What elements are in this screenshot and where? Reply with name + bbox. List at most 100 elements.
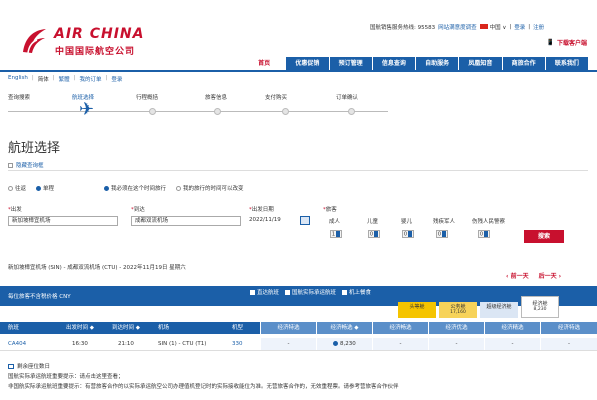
flight-number[interactable]: CA404 <box>0 338 66 350</box>
calendar-icon[interactable] <box>300 216 310 225</box>
radio-circle-icon <box>176 185 182 191</box>
nav-contact[interactable]: 联系我们 <box>545 57 588 70</box>
nav-info[interactable]: 信息查询 <box>372 57 415 70</box>
disabled-soldier-select[interactable]: 0 <box>436 230 448 238</box>
step-search: 查询搜索 <box>8 95 31 101</box>
step-dot <box>348 108 355 115</box>
col-flight: 航班 <box>8 325 20 331</box>
step-dot <box>149 108 156 115</box>
step-payment: 支付购买 <box>265 95 288 101</box>
login-link-2[interactable]: 登录 <box>111 75 122 83</box>
next-day-label: 后一天 <box>538 273 557 280</box>
notice-ca-operated: 国航实际承运航班重要提示：请点击这里查看； <box>8 374 124 380</box>
chevron-down-icon <box>374 231 379 237</box>
china-flag-icon <box>479 24 488 29</box>
adult-label: 成人 <box>329 219 341 225</box>
aircraft-type[interactable]: 330 <box>232 338 260 350</box>
col-fare-4: 经济优选 <box>428 322 484 334</box>
download-app-button[interactable]: 📱 下载客户端 <box>547 38 588 47</box>
booking-steps: 查询搜索 航班选择 行程概括 旅客信息 支付购买 订单确认 ✈ <box>0 93 597 123</box>
adult-select[interactable]: 1 <box>330 230 342 238</box>
notice-partner-operated: 非国航实际承运航班重要提示：有营旅客合作的以实际承运航空公司办理值机登记时的实际… <box>8 384 399 390</box>
search-button[interactable]: 搜索 <box>524 230 564 243</box>
disabled-police-select[interactable]: 0 <box>478 230 490 238</box>
nav-booking[interactable]: 预订管理 <box>329 57 372 70</box>
fare-option[interactable]: 8,230 <box>316 338 372 350</box>
filter-direct-label: 直达航班 <box>257 290 280 296</box>
next-day-button[interactable]: 后一天 › <box>539 271 562 280</box>
flex-time-radio[interactable]: 我的旅行的时间可以改变 <box>176 184 244 192</box>
col-fare-2[interactable]: 经济畅选 ◆ <box>316 322 372 334</box>
nav-self-service[interactable]: 自助服务 <box>416 57 459 70</box>
roundtrip-radio[interactable]: 往返 <box>8 184 26 192</box>
cabin-tab-premium-economy[interactable]: 超级经济舱 <box>480 302 518 318</box>
login-link[interactable]: 登录 <box>514 23 525 31</box>
divider <box>8 170 588 171</box>
filter-direct[interactable]: 直达航班 <box>250 288 279 296</box>
results-table-header: 航班 出发时间 ◆ 到达时间 ◆ 机场 机型 经济特选 经济畅选 ◆ 经济畅选 … <box>0 322 597 334</box>
fare-cell: - <box>428 338 484 350</box>
filter-ca-operated[interactable]: 国航实际承运航班 <box>285 288 336 296</box>
phoenix-logo-icon[interactable] <box>19 26 49 56</box>
step-dot <box>282 108 289 115</box>
col-fare-3: 经济畅选 <box>372 322 428 334</box>
col-fare-6: 经济特选 <box>540 322 597 334</box>
fixed-time-label: 我必须在这个时间旅行 <box>111 186 167 192</box>
date-label: *出发日期 <box>249 207 274 213</box>
nav-phoenix-miles[interactable]: 凤凰知音 <box>459 57 502 70</box>
nav-promotions[interactable]: 优惠促销 <box>286 57 329 70</box>
my-orders-link[interactable]: 我的订单 <box>79 75 101 83</box>
nav-divider <box>0 70 597 72</box>
price-note: 每位旅客不含税价格 CNY <box>8 294 71 300</box>
day-navigation: ‹ 前一天 后一天 › <box>506 271 561 280</box>
nav-business[interactable]: 商旅合作 <box>502 57 545 70</box>
prev-day-label: 前一天 <box>510 273 529 280</box>
child-select[interactable]: 0 <box>368 230 380 238</box>
result-filters: 直达航班 国航实际承运航班 机上餐食 <box>250 288 371 296</box>
origin-input[interactable]: 新加坡樟宜机场 <box>8 216 118 226</box>
fixed-time-radio[interactable]: 我必须在这个时间旅行 <box>104 184 166 192</box>
infant-select[interactable]: 0 <box>402 230 414 238</box>
prev-day-button[interactable]: ‹ 前一天 <box>506 271 529 280</box>
remaining-seats-note: 剩余座位数日 <box>8 362 50 370</box>
register-link[interactable]: 注册 <box>533 23 544 31</box>
chevron-down-icon <box>442 231 447 237</box>
logo-text-en[interactable]: AIR CHINA <box>54 26 144 42</box>
lang-traditional[interactable]: 繁體 <box>59 75 70 83</box>
nav-home[interactable]: 首页 <box>243 57 286 70</box>
checkbox-icon <box>285 289 291 295</box>
survey-link[interactable]: 网站满意度调查 <box>438 23 477 31</box>
col-arrival[interactable]: 到达时间 ◆ <box>112 322 158 334</box>
divider: | <box>105 75 108 81</box>
arrival-time: 21:10 <box>118 341 134 347</box>
radio-circle-icon <box>104 185 110 191</box>
language-select[interactable]: 中国 ∨ <box>479 23 506 31</box>
disabled-police-label: 伤残人民警察 <box>472 219 506 225</box>
plane-icon: ✈ <box>79 99 95 120</box>
oneway-radio[interactable]: 单程 <box>36 184 54 192</box>
dest-input[interactable]: 成都双流机场 <box>131 216 241 226</box>
cabin-tab-economy[interactable]: 经济舱 8,230 <box>521 296 559 318</box>
remaining-seats-label: 剩余座位数日 <box>17 364 51 370</box>
lang-english[interactable]: English <box>8 75 28 83</box>
col-aircraft: 机型 <box>232 325 244 331</box>
filter-meal-label: 机上餐食 <box>349 290 372 296</box>
chevron-down-icon <box>484 231 489 237</box>
dest-label: *到达 <box>131 207 145 213</box>
date-input[interactable]: 2022/11/19 <box>249 216 295 226</box>
hide-search-toggle[interactable]: 隐藏查询框 <box>8 161 44 169</box>
cabin-tab-business[interactable]: 公务舱 17,160 <box>439 302 477 318</box>
cabin-tab-first[interactable]: 头等舱 <box>398 302 436 318</box>
divider: | <box>528 24 531 30</box>
filter-meal[interactable]: 机上餐食 <box>342 288 371 296</box>
chevron-down-icon <box>336 231 341 237</box>
oneway-label: 单程 <box>43 186 55 192</box>
col-departure[interactable]: 出发时间 ◆ <box>66 322 112 334</box>
checkbox-icon <box>342 289 348 295</box>
trip-type: 往返 单程 我必须在这个时间旅行 我的旅行的时间可以改变 <box>8 184 244 192</box>
departure-time: 16:30 <box>72 341 88 347</box>
lang-simplified[interactable]: 简体 <box>38 75 49 83</box>
fare-cell: - <box>540 338 597 350</box>
logo-text-cn[interactable]: 中国国际航空公司 <box>55 44 135 57</box>
flex-time-label: 我的旅行的时间可以改变 <box>183 186 244 192</box>
